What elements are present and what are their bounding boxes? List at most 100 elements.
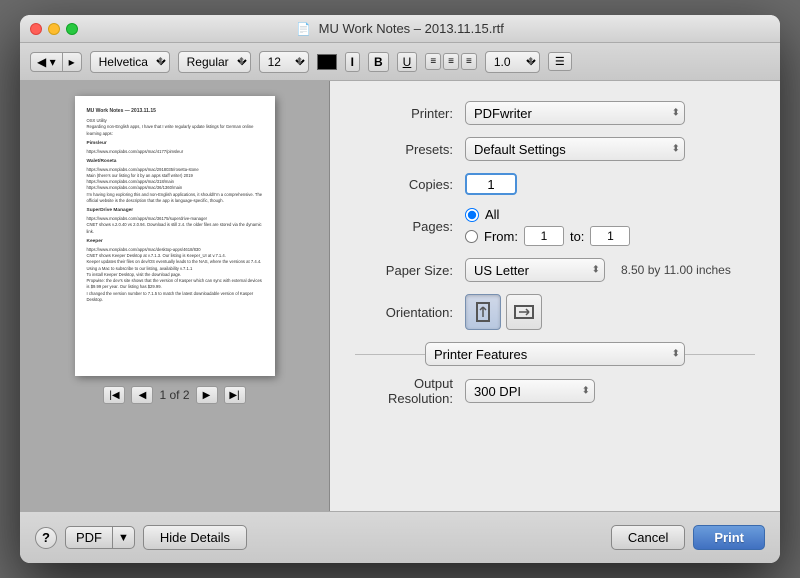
pdf-group: PDF ▼ xyxy=(65,526,135,549)
window-title: 📄 MU Work Notes – 2013.11.15.rtf xyxy=(296,21,504,36)
alignment-group: ≡ ≡ ≡ xyxy=(425,53,477,70)
page-navigation: |◀ ◀ 1 of 2 ▶ ▶| xyxy=(103,386,245,404)
font-style-wrapper: Regular xyxy=(178,51,251,73)
pages-range-radio[interactable] xyxy=(465,230,478,243)
from-page-input[interactable] xyxy=(524,226,564,246)
bottom-bar: ? PDF ▼ Hide Details Cancel Print xyxy=(20,511,780,563)
next-page-btn[interactable]: ▶ xyxy=(196,386,218,404)
prev-page-btn[interactable]: ◀ xyxy=(131,386,153,404)
preview-fade xyxy=(75,346,275,376)
output-resolution-control: 300 DPI xyxy=(465,379,755,403)
print-settings-panel: Printer: PDFwriter Presets: Default Sett… xyxy=(330,81,780,511)
divider-right xyxy=(685,354,755,355)
output-resolution-label: Output Resolution: xyxy=(355,376,465,406)
printer-select[interactable]: PDFwriter xyxy=(465,101,685,125)
output-resolution-select-wrapper: 300 DPI xyxy=(465,379,595,403)
main-content: MU Work Notes — 2013.11.15 OSX Utility R… xyxy=(20,81,780,511)
line-spacing-wrapper: 1.0 xyxy=(485,51,540,73)
printer-control: PDFwriter xyxy=(465,101,755,125)
printer-select-wrapper: PDFwriter xyxy=(465,101,685,125)
help-button[interactable]: ? xyxy=(35,527,57,549)
presets-select-wrapper: Default Settings xyxy=(465,137,685,161)
paper-size-select[interactable]: US Letter xyxy=(465,258,605,282)
align-left-btn[interactable]: ≡ xyxy=(425,53,441,70)
font-family-wrapper: Helvetica xyxy=(90,51,170,73)
portrait-icon xyxy=(475,302,491,322)
from-label: From: xyxy=(484,229,518,244)
pages-row: Pages: All From: to: xyxy=(355,207,755,246)
to-label: to: xyxy=(570,229,584,244)
pages-all-row: All xyxy=(465,207,755,222)
paper-size-select-wrapper: US Letter xyxy=(465,258,605,282)
first-page-btn[interactable]: |◀ xyxy=(103,386,125,404)
printer-label: Printer: xyxy=(355,106,465,121)
font-family-select[interactable]: Helvetica xyxy=(90,51,170,73)
cancel-button[interactable]: Cancel xyxy=(611,525,685,550)
portrait-btn[interactable] xyxy=(465,294,501,330)
printer-features-wrapper: Printer Features xyxy=(425,342,685,366)
font-style-select[interactable]: Regular xyxy=(178,51,251,73)
doc-line-3: https://www.monplabs.com/apps/mac/4177/p… xyxy=(87,149,263,155)
document-text: MU Work Notes — 2013.11.15 OSX Utility R… xyxy=(87,108,263,303)
doc-line-13: Keeper updates their files on dev/OS eve… xyxy=(87,259,263,265)
doc-section-3: SuperDrive Manager xyxy=(87,208,263,215)
doc-line-17: I changed the version number to 7.1.5 to… xyxy=(87,291,263,304)
orientation-label: Orientation: xyxy=(355,305,465,320)
paper-size-label: Paper Size: xyxy=(355,263,465,278)
doc-line-10: CNET shows v.2.0.40 vs 2.0.94. Download … xyxy=(87,222,263,235)
doc-section-4: Keeper xyxy=(87,239,263,246)
pages-control: All From: to: xyxy=(465,207,755,246)
align-right-btn[interactable]: ≡ xyxy=(461,53,477,70)
pages-label: Pages: xyxy=(355,219,465,234)
divider-left xyxy=(355,354,425,355)
italic-btn[interactable]: I xyxy=(345,52,360,72)
presets-row: Presets: Default Settings xyxy=(355,137,755,161)
copies-input[interactable] xyxy=(465,173,517,195)
pdf-dropdown-btn[interactable]: ▼ xyxy=(113,527,134,548)
orientation-control xyxy=(465,294,755,330)
output-resolution-select[interactable]: 300 DPI xyxy=(465,379,595,403)
maximize-button[interactable] xyxy=(66,23,78,35)
print-button[interactable]: Print xyxy=(693,525,765,550)
landscape-icon xyxy=(514,304,534,320)
copies-label: Copies: xyxy=(355,177,465,192)
doc-section-2: Walet/Roseta xyxy=(87,159,263,166)
page-preview: MU Work Notes — 2013.11.15 OSX Utility R… xyxy=(75,96,275,376)
presets-select[interactable]: Default Settings xyxy=(465,137,685,161)
list-btn[interactable]: ☰ xyxy=(548,52,572,71)
orientation-row: Orientation: xyxy=(355,294,755,330)
toolbar-forward-btn[interactable]: ▸ xyxy=(63,53,81,71)
presets-control: Default Settings xyxy=(465,137,755,161)
last-page-btn[interactable]: ▶| xyxy=(224,386,246,404)
minimize-button[interactable] xyxy=(48,23,60,35)
align-center-btn[interactable]: ≡ xyxy=(443,53,459,70)
print-dialog-window: 📄 MU Work Notes – 2013.11.15.rtf ◀ ▾ ▸ H… xyxy=(20,15,780,563)
toolbar-nav-group: ◀ ▾ ▸ xyxy=(30,52,82,72)
font-size-select[interactable]: 12 xyxy=(259,51,309,73)
paper-size-control: US Letter 8.50 by 11.00 inches xyxy=(465,258,755,282)
printer-features-select[interactable]: Printer Features xyxy=(425,342,685,366)
toolbar: ◀ ▾ ▸ Helvetica Regular 12 I B U ≡ ≡ ≡ xyxy=(20,43,780,81)
printer-features-divider: Printer Features xyxy=(355,342,755,366)
doc-line-8: I'm having long exploring this and non-E… xyxy=(87,192,263,205)
close-button[interactable] xyxy=(30,23,42,35)
font-size-wrapper: 12 xyxy=(259,51,309,73)
pages-all-label: All xyxy=(485,207,499,222)
bold-btn[interactable]: B xyxy=(368,52,389,72)
pages-from-row: From: to: xyxy=(465,226,755,246)
printer-row: Printer: PDFwriter xyxy=(355,101,755,125)
line-spacing-select[interactable]: 1.0 xyxy=(485,51,540,73)
landscape-btn[interactable] xyxy=(506,294,542,330)
underline-btn[interactable]: U xyxy=(397,52,418,72)
pdf-label-btn[interactable]: PDF xyxy=(66,527,113,548)
titlebar: 📄 MU Work Notes – 2013.11.15.rtf xyxy=(20,15,780,43)
hide-details-btn[interactable]: Hide Details xyxy=(143,525,247,550)
document-preview-area: MU Work Notes — 2013.11.15 OSX Utility R… xyxy=(20,81,330,511)
to-page-input[interactable] xyxy=(590,226,630,246)
orientation-buttons xyxy=(465,294,755,330)
toolbar-back-btn[interactable]: ◀ ▾ xyxy=(31,53,63,71)
color-picker[interactable] xyxy=(317,54,337,70)
paper-size-row: Paper Size: US Letter 8.50 by 11.00 inch… xyxy=(355,258,755,282)
doc-title: MU Work Notes — 2013.11.15 xyxy=(87,108,263,115)
pages-all-radio[interactable] xyxy=(465,208,479,222)
